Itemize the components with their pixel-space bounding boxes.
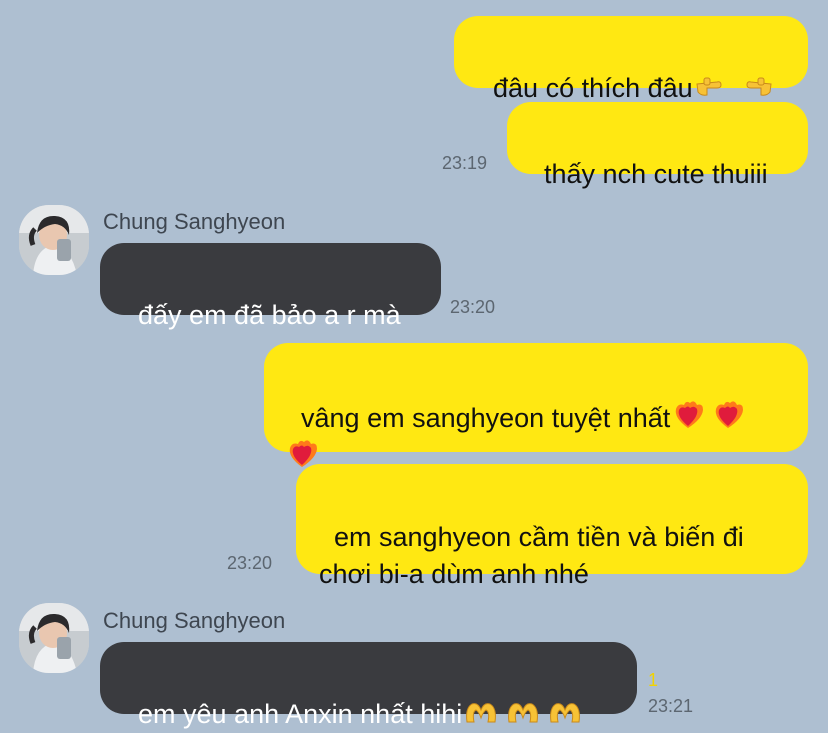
message-text: em sanghyeon cầm tiền và biến đi chơi bi… bbox=[319, 522, 744, 589]
sender-name: Chung Sanghyeon bbox=[103, 608, 286, 633]
heart-hands-emoji-icon bbox=[464, 698, 582, 726]
pointing-hands-emoji-icon bbox=[695, 70, 773, 100]
contact-avatar[interactable] bbox=[19, 205, 89, 275]
contact-avatar[interactable] bbox=[19, 603, 89, 673]
unread-count: 1 bbox=[648, 670, 659, 690]
message-timestamp: 23:20 bbox=[450, 297, 496, 317]
message-bubble-sent[interactable]: vâng em sanghyeon tuyệt nhất bbox=[264, 343, 808, 467]
message-bubble-sent[interactable]: em sanghyeon cầm tiền và biến đi chơi bi… bbox=[296, 464, 808, 589]
message-timestamp: 23:20 bbox=[227, 553, 273, 573]
message-text: em yêu anh Anxin nhất hihi bbox=[138, 699, 463, 729]
message-text: vâng em sanghyeon tuyệt nhất bbox=[301, 403, 671, 433]
message-bubble-received[interactable]: đấy em đã bảo a r mà bbox=[100, 243, 441, 330]
message-text: thấy nch cute thuiii bbox=[544, 159, 768, 189]
message-timestamp: 23:19 bbox=[442, 153, 488, 173]
message-bubble-received[interactable]: em yêu anh Anxin nhất hihi bbox=[100, 642, 637, 729]
message-timestamp: 23:21 bbox=[648, 696, 694, 716]
message-text: đâu có thích đâu bbox=[493, 73, 693, 103]
message-text: đấy em đã bảo a r mà bbox=[138, 300, 401, 330]
heart-on-fire-emoji-icon bbox=[672, 398, 748, 430]
sender-name: Chung Sanghyeon bbox=[103, 209, 286, 234]
message-bubble-sent[interactable]: thấy nch cute thuiii bbox=[507, 102, 808, 189]
message-bubble-sent[interactable]: đâu có thích đâu bbox=[454, 16, 808, 103]
